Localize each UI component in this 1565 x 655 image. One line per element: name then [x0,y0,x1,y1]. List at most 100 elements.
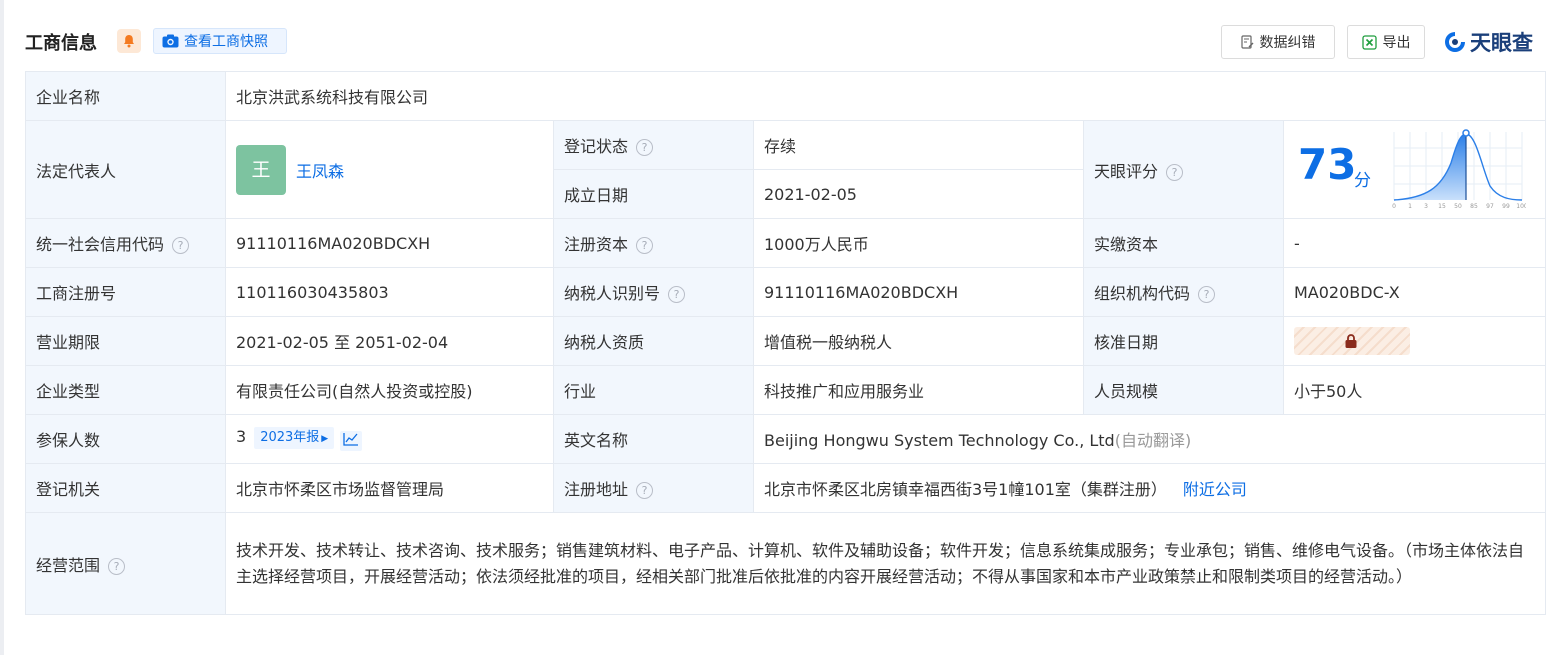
address-value: 北京市怀柔区北房镇幸福西街3号1幢101室（集群注册） [764,480,1167,499]
tax-qual-value: 增值税一般纳税人 [753,316,1084,366]
score-label-cell: 天眼评分? [1083,120,1284,219]
address-label-cell: 注册地址? [553,463,754,513]
score-axis-tick: 1 [1408,203,1412,210]
term-label: 营业期限 [25,316,226,366]
table-row: 企业名称 北京洪武系统科技有限公司 [25,71,1546,121]
org-code-label-cell: 组织机构代码? [1083,267,1284,317]
table-row: 统一社会信用代码? 91110116MA020BDCXH 注册资本? 1000万… [25,218,1546,268]
score-axis-tick: 99 [1502,203,1510,210]
view-snapshot-label: 查看工商快照 [184,34,268,50]
logo-eye-icon [1445,32,1465,52]
tax-qual-label: 纳税人资质 [553,316,754,366]
data-correction-label: 数据纠错 [1259,35,1316,51]
annual-report-label: 2023年报 [260,430,320,445]
view-snapshot-button[interactable]: 查看工商快照 [153,28,287,54]
export-button[interactable]: 导出 [1347,25,1425,59]
score-axis-tick: 100 [1516,203,1526,210]
org-code-label: 组织机构代码 [1094,284,1191,303]
insured-label: 参保人数 [25,414,226,464]
authority-value: 北京市怀柔区市场监督管理局 [225,463,554,513]
section-header: 工商信息 查看工商快照 数据纠错 导出 天眼查 [25,22,1545,62]
paid-capital-label: 实缴资本 [1083,218,1284,268]
approval-date-cell [1283,316,1546,366]
scope-label-cell: 经营范围? [25,512,226,615]
industry-value: 科技推广和应用服务业 [753,365,1084,415]
excel-icon [1361,34,1377,50]
staff-size-value: 小于50人 [1283,365,1546,415]
annual-report-link[interactable]: 2023年报 ▶ [254,427,335,449]
help-icon[interactable]: ? [668,286,686,303]
lock-icon [1345,334,1357,348]
export-label: 导出 [1382,35,1411,51]
help-icon[interactable]: ? [108,557,126,575]
reg-capital-label-cell: 注册资本? [553,218,754,268]
help-icon[interactable]: ? [172,237,190,254]
company-type-label: 企业类型 [25,365,226,415]
logo-text: 天眼查 [1470,31,1533,55]
credit-code-label-cell: 统一社会信用代码? [25,218,226,268]
section-title: 工商信息 [25,33,97,54]
trend-chart-icon[interactable] [340,431,363,451]
legal-rep-name-link[interactable]: 王凤森 [296,162,344,181]
taxpayer-id-value: 91110116MA020BDCXH [753,267,1084,317]
score-number: 73 [1298,139,1357,189]
english-name-label: 英文名称 [553,414,754,464]
table-row: 营业期限 2021-02-05 至 2051-02-04 纳税人资质 增值税一般… [25,316,1546,366]
nearby-companies-link[interactable]: 附近公司 [1183,480,1247,499]
avatar[interactable]: 王 [236,144,286,195]
score-axis-tick: 3 [1424,203,1428,210]
company-type-value: 有限责任公司(自然人投资或控股) [225,365,554,415]
english-name-value: Beijing Hongwu System Technology Co., Lt… [764,431,1115,450]
bell-icon[interactable] [117,29,141,53]
established-label: 成立日期 [553,169,754,219]
table-row: 工商注册号 110116030435803 纳税人识别号? 91110116MA… [25,267,1546,317]
score-axis-tick: 85 [1470,203,1478,210]
left-edge-strip [0,0,4,655]
score-cell[interactable]: 73 分 0 1 3 15 50 85 97 99 100 [1283,120,1546,219]
business-info-table: 企业名称 北京洪武系统科技有限公司 法定代表人 王王凤森 登记状态? 存续 天眼… [25,71,1546,615]
status-value: 存续 [753,120,1084,170]
reg-capital-label: 注册资本 [564,235,629,254]
company-name-value: 北京洪武系统科技有限公司 [225,71,1546,121]
data-correction-button[interactable]: 数据纠错 [1221,25,1335,59]
triangle-right-icon: ▶ [321,434,329,444]
status-label-cell: 登记状态? [553,120,754,170]
auto-translate-note: (自动翻译) [1114,431,1192,450]
taxpayer-id-label-cell: 纳税人识别号? [553,267,754,317]
table-row: 参保人数 3 2023年报 ▶ 英文名称 Beijing Hongwu System… [25,414,1546,464]
help-icon[interactable]: ? [1166,163,1184,181]
table-row: 企业类型 有限责任公司(自然人投资或控股) 行业 科技推广和应用服务业 人员规模… [25,365,1546,415]
help-icon[interactable]: ? [636,139,654,156]
insured-cell: 3 2023年报 ▶ [225,414,554,464]
term-value: 2021-02-05 至 2051-02-04 [225,316,554,366]
score-axis-tick: 15 [1438,203,1446,210]
taxpayer-id-label: 纳税人识别号 [564,284,661,303]
reg-no-label: 工商注册号 [25,267,226,317]
english-name-cell: Beijing Hongwu System Technology Co., Lt… [753,414,1546,464]
credit-code-label: 统一社会信用代码 [36,235,165,254]
established-value: 2021-02-05 [753,169,1084,219]
table-row: 法定代表人 王王凤森 登记状态? 存续 天眼评分? 73 分 0 1 3 15 … [25,120,1546,219]
score-label: 天眼评分 [1094,161,1159,181]
help-icon[interactable]: ? [636,237,654,254]
tianyancha-logo: 天眼查 [1443,27,1533,57]
help-icon[interactable]: ? [1198,286,1216,303]
legal-rep-cell: 王王凤森 [225,120,554,219]
score-unit: 分 [1354,170,1371,191]
staff-size-label: 人员规模 [1083,365,1284,415]
address-cell: 北京市怀柔区北房镇幸福西街3号1幢101室（集群注册） 附近公司 [753,463,1546,513]
credit-code-value: 91110116MA020BDCXH [225,218,554,268]
table-row: 经营范围? 技术开发、技术转让、技术咨询、技术服务；销售建筑材料、电子产品、计算… [25,512,1546,615]
score-axis-tick: 50 [1454,203,1462,210]
scope-value: 技术开发、技术转让、技术咨询、技术服务；销售建筑材料、电子产品、计算机、软件及辅… [225,512,1546,615]
industry-label: 行业 [553,365,754,415]
reg-no-value: 110116030435803 [225,267,554,317]
approval-date-label: 核准日期 [1083,316,1284,366]
address-label: 注册地址 [564,480,629,499]
paid-capital-value: - [1283,218,1546,268]
locked-value-badge[interactable] [1294,327,1410,355]
legal-rep-label: 法定代表人 [25,120,226,219]
status-label: 登记状态 [564,137,629,156]
score-widget[interactable]: 73 分 0 1 3 15 50 85 97 99 100 [1284,122,1545,218]
help-icon[interactable]: ? [636,482,654,499]
